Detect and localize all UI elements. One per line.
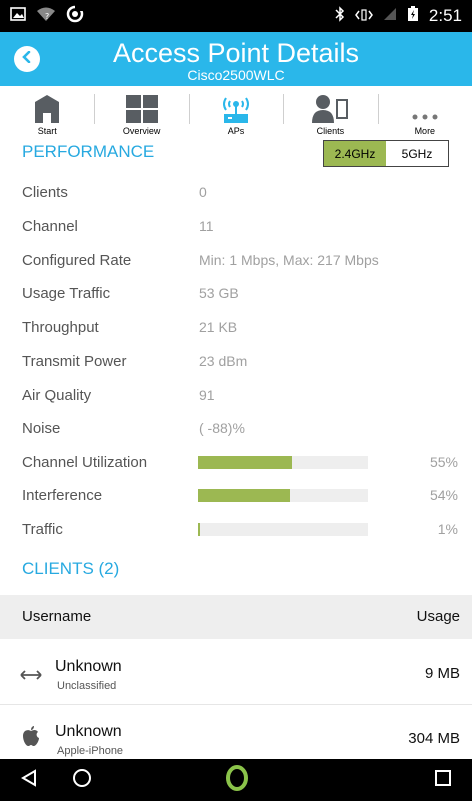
assistant-button[interactable] (222, 764, 252, 797)
column-header-usage[interactable]: Usage (417, 608, 460, 625)
apple-icon (20, 726, 42, 746)
square-recents-icon (434, 769, 452, 792)
tab-label: Start (37, 126, 57, 136)
clients-section-title: CLIENTS (2) (22, 559, 120, 578)
row-value: 21 KB (199, 319, 238, 335)
tab-label: More (414, 126, 436, 136)
row-label: Usage Traffic (22, 284, 111, 302)
app-header: Access Point Details Cisco2500WLC (0, 32, 472, 86)
tab-bar: Start Overview APs Clients More (0, 86, 472, 138)
circle-home-icon (72, 768, 92, 793)
nav-home-button[interactable] (67, 765, 97, 795)
row-value: 23 dBm (199, 353, 248, 369)
home-icon (34, 90, 60, 124)
vibrate-icon (354, 6, 373, 26)
status-bar: ? 2:51 (0, 0, 472, 32)
access-point-icon (220, 90, 252, 124)
sync-icon (66, 4, 84, 28)
detail-row-throughput: Throughput 21 KB (0, 310, 472, 344)
client-name: Unknown (55, 658, 122, 675)
detail-row-configured-rate: Configured Rate Min: 1 Mbps, Max: 217 Mb… (0, 243, 472, 277)
wifi-icon: ? (36, 7, 56, 26)
progress-bar-fill (198, 523, 200, 536)
percent-value: 54% (429, 487, 458, 503)
tab-overview[interactable]: Overview (94, 86, 188, 138)
page-title: Access Point Details (112, 38, 360, 68)
client-usage: 304 MB (408, 730, 460, 747)
row-value: 53 GB (199, 285, 239, 301)
detail-row-channel: Channel 11 (0, 209, 472, 243)
detail-row-noise: Noise ( -88)% (0, 411, 472, 445)
performance-section-title: PERFORMANCE (22, 142, 155, 161)
tab-more[interactable]: More (377, 86, 472, 138)
percent-value: 55% (429, 454, 458, 470)
tab-aps[interactable]: APs (188, 86, 283, 138)
svg-text:?: ? (45, 12, 49, 21)
ring-logo-icon (223, 764, 251, 797)
row-value: 11 (199, 218, 214, 234)
system-nav-bar (0, 759, 472, 801)
client-type: Unclassified (57, 680, 117, 692)
detail-row-clients: Clients 0 (0, 175, 472, 209)
bar-row-traffic: Traffic 1% (0, 512, 472, 546)
grid-icon (125, 90, 159, 124)
detail-row-air-quality: Air Quality 91 (0, 378, 472, 412)
progress-bar-fill (198, 489, 290, 502)
row-label: Air Quality (22, 386, 92, 404)
row-value: Min: 1 Mbps, Max: 217 Mbps (199, 252, 379, 268)
client-row[interactable]: Unknown Unclassified 9 MB (0, 641, 472, 705)
no-sim-icon (383, 6, 397, 26)
clients-table-header: Username Usage (0, 595, 472, 639)
tab-label: APs (227, 126, 245, 136)
tab-clients[interactable]: Clients (283, 86, 377, 138)
nav-recents-button[interactable] (428, 765, 458, 795)
arrows-horizontal-icon (20, 665, 42, 685)
row-label: Noise (22, 419, 61, 437)
row-value: 91 (199, 387, 215, 403)
client-name: Unknown (55, 723, 122, 740)
image-icon (10, 6, 26, 26)
row-value: ( -88)% (199, 420, 245, 436)
row-label: Traffic (22, 520, 63, 538)
row-label: Transmit Power (22, 352, 127, 370)
battery-icon (407, 5, 419, 27)
tab-label: Overview (122, 126, 161, 136)
bluetooth-icon (335, 5, 345, 27)
row-label: Channel Utilization (22, 453, 148, 471)
percent-value: 1% (437, 521, 458, 537)
band-24ghz-button[interactable]: 2.4GHz (324, 141, 386, 166)
row-label: Channel (22, 217, 78, 235)
progress-bar-fill (198, 456, 292, 469)
clock-time: 2:51 (428, 6, 462, 25)
progress-bar (198, 523, 368, 536)
row-label: Configured Rate (22, 251, 132, 269)
band-toggle: 2.4GHz 5GHz (323, 140, 449, 167)
detail-row-usage-traffic: Usage Traffic 53 GB (0, 276, 472, 310)
more-dots-icon (410, 90, 440, 124)
row-label: Interference (22, 486, 103, 504)
progress-bar (198, 456, 368, 469)
bar-row-channel-utilization: Channel Utilization 55% (0, 445, 472, 479)
tab-start[interactable]: Start (0, 86, 94, 138)
band-5ghz-button[interactable]: 5GHz (386, 141, 448, 166)
progress-bar (198, 489, 368, 502)
tab-label: Clients (316, 126, 345, 136)
column-header-username[interactable]: Username (22, 608, 91, 625)
client-usage: 9 MB (424, 665, 460, 682)
person-device-icon (312, 90, 349, 124)
client-type: Apple-iPhone (57, 745, 124, 757)
row-label: Throughput (22, 318, 99, 336)
nav-back-button[interactable] (14, 765, 44, 795)
row-value: 0 (199, 184, 207, 200)
detail-row-transmit-power: Transmit Power 23 dBm (0, 344, 472, 378)
bar-row-interference: Interference 54% (0, 478, 472, 512)
triangle-back-icon (20, 768, 38, 792)
page-subtitle: Cisco2500WLC (187, 67, 285, 83)
row-label: Clients (22, 183, 68, 201)
